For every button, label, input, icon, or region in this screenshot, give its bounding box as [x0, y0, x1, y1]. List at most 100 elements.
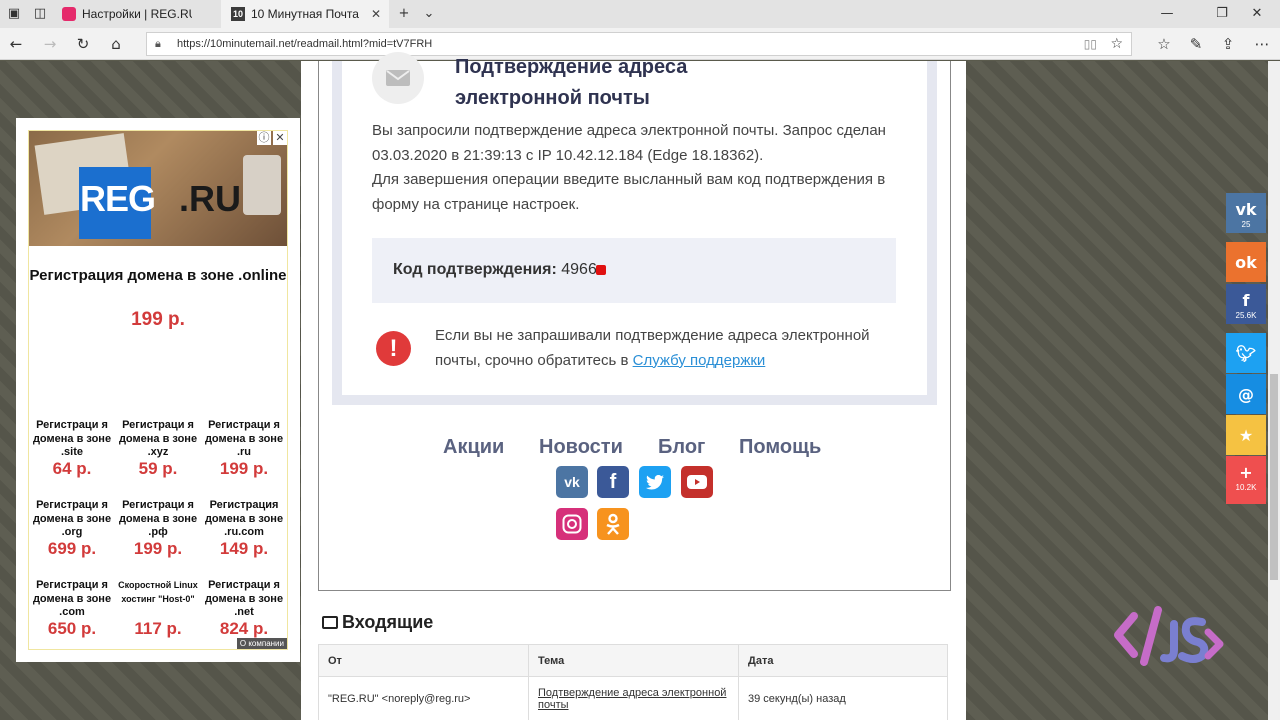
at-sign-icon: @ — [1238, 385, 1254, 404]
back-icon[interactable]: ← — [6, 34, 26, 54]
refresh-icon[interactable]: ↻ — [73, 34, 93, 54]
pen-notes-icon[interactable]: ✎ — [1186, 34, 1206, 54]
confirmation-code-box: Код подтверждения: 4966 — [372, 238, 896, 303]
ad-offer[interactable]: Регистраци я домена в зоне .xyz 59 р. — [115, 419, 201, 479]
forward-icon[interactable]: → — [40, 34, 60, 54]
message-paragraph: Вы запросили подтверждение адреса электр… — [372, 122, 886, 164]
ad-frame[interactable]: REG .RU ⓘ ✕ Регистрация домена в зоне .o… — [28, 130, 288, 650]
share-ok-button[interactable]: ok — [1226, 242, 1266, 282]
cursor-marker — [596, 265, 606, 275]
facebook-social-icon[interactable]: f — [597, 466, 629, 498]
regru-favicon-icon — [62, 7, 76, 21]
youtube-social-icon[interactable] — [681, 466, 713, 498]
footer-link-blog[interactable]: Блог — [658, 436, 705, 459]
support-link[interactable]: Службу поддержки — [633, 352, 766, 369]
table-row[interactable]: "REG.RU" <noreply@reg.ru> Подтверждение … — [318, 676, 948, 720]
restore-icon[interactable]: ❐ — [1203, 0, 1241, 28]
home-icon[interactable]: ⌂ — [106, 34, 126, 54]
ad-offer[interactable]: Регистраци я домена в зоне .site 64 р. — [29, 419, 115, 479]
inbox-title-text: Входящие — [342, 612, 434, 632]
mail-subject-link[interactable]: Подтверждение адреса электронной почты — [538, 687, 726, 711]
share-facebook-button[interactable]: f 25.6K — [1226, 284, 1266, 324]
ad-offer-title: Регистраци я домена в зоне .site — [32, 419, 112, 458]
message-title: Подтверждение адреса электронной почты — [455, 56, 688, 109]
ad-offer[interactable]: Скоростной Linux хостинг "Host-0" 117 р. — [115, 579, 201, 639]
odnoklassniki-social-icon[interactable] — [597, 508, 629, 540]
share-icon[interactable]: ⇪ — [1218, 34, 1238, 54]
odnoklassniki-icon: ok — [1235, 253, 1257, 272]
column-subject: Тема — [528, 644, 739, 677]
ad-offer[interactable]: Регистрация домена в зоне .ru.com 149 р. — [201, 499, 287, 559]
share-count: 10.2K — [1235, 483, 1257, 492]
ad-offer[interactable]: Регистраци я домена в зоне .ru 199 р. — [201, 419, 287, 479]
warning-text: Если вы не запрашивали подтверждение адр… — [435, 324, 915, 373]
twitter-social-icon[interactable] — [639, 466, 671, 498]
footer-link-news[interactable]: Новости — [539, 436, 623, 459]
close-window-icon[interactable]: ✕ — [1238, 0, 1276, 28]
ad-offer[interactable]: Регистраци я домена в зоне .net 824 р. — [201, 579, 287, 639]
ad-offer[interactable]: Регистраци я домена в зоне .com 650 р. — [29, 579, 115, 639]
code-value[interactable]: 4966 — [561, 261, 597, 278]
message-text: Вы запросили подтверждение адреса электр… — [372, 119, 912, 217]
ad-main-price[interactable]: 199 р. — [29, 309, 287, 331]
ad-close-icon[interactable]: ✕ — [273, 131, 287, 145]
tab-10minutemail[interactable]: 10 10 Минутная Почта - Г ✕ — [221, 0, 389, 28]
ad-offer-price: 199 р. — [219, 459, 269, 478]
ad-offer[interactable]: Регистраци я домена в зоне .рф 199 р. — [115, 499, 201, 559]
regru-ad[interactable]: REG .RU ⓘ ✕ Регистрация домена в зоне .o… — [16, 118, 300, 662]
tab-title: 10 Минутная Почта - Г — [251, 7, 361, 21]
ad-offer-title: Регистраци я домена в зоне .ru — [204, 419, 284, 458]
ad-offer-price: 199 р. — [133, 539, 183, 558]
ad-main-title[interactable]: Регистрация домена в зоне .online — [29, 266, 287, 285]
footer-link-help[interactable]: Помощь — [739, 436, 821, 459]
share-bookmark-button[interactable]: ★ — [1226, 415, 1266, 455]
ad-offer-title: Регистраци я домена в зоне .org — [32, 499, 112, 538]
inbox-tray-icon — [322, 616, 338, 629]
lock-icon: 🔒︎ — [155, 37, 161, 50]
envelope-icon — [386, 70, 410, 86]
share-twitter-button[interactable]: 🐦︎ — [1226, 333, 1266, 373]
ad-offer-price: 699 р. — [47, 539, 97, 558]
message-paragraph: Для завершения операции введите высланны… — [372, 171, 886, 213]
page-scrollbar[interactable] — [1268, 61, 1280, 720]
tenminute-favicon-icon: 10 — [231, 7, 245, 21]
facebook-icon: f — [1242, 291, 1250, 310]
column-from: От — [318, 644, 529, 677]
favorite-star-icon[interactable]: ☆ — [1110, 36, 1123, 52]
share-vk-button[interactable]: vk 25 — [1226, 193, 1266, 233]
share-more-button[interactable]: + 10.2K — [1226, 456, 1266, 504]
ad-offer-price: 650 р. — [47, 619, 97, 638]
ad-offer-price: 824 р. — [219, 619, 269, 638]
regru-logo-suffix: .RU — [179, 178, 241, 219]
ad-offer-title: Скоростной Linux хостинг "Host-0" — [118, 580, 198, 604]
ad-banner-image[interactable]: REG .RU — [29, 131, 287, 246]
close-tab-icon[interactable]: ✕ — [371, 0, 381, 28]
envelope-badge — [372, 52, 424, 104]
more-menu-icon[interactable]: ⋯ — [1252, 34, 1272, 54]
warning-icon: ! — [376, 331, 411, 366]
tab-list-chevron-icon[interactable]: ⌄ — [421, 6, 437, 22]
tab-aside-icon[interactable]: ◫ — [32, 6, 48, 22]
minimize-icon[interactable]: — — [1148, 0, 1186, 28]
vk-social-icon[interactable]: vk — [556, 466, 588, 498]
footer-link-promos[interactable]: Акции — [443, 436, 504, 459]
ad-about-link[interactable]: О компании — [236, 638, 287, 649]
share-mail-button[interactable]: @ — [1226, 374, 1266, 414]
favorites-list-icon[interactable]: ☆ — [1154, 34, 1174, 54]
ad-offer-price: 64 р. — [52, 459, 92, 478]
twitter-icon: 🐦︎ — [1235, 344, 1257, 363]
code-label: Код подтверждения: — [393, 261, 557, 278]
instagram-social-icon[interactable] — [556, 508, 588, 540]
column-date: Дата — [738, 644, 948, 677]
reading-view-icon[interactable]: ▯▯ — [1084, 37, 1097, 51]
ad-offer-title: Регистрация домена в зоне .ru.com — [204, 499, 284, 538]
regru-logo-text: REG — [80, 178, 156, 219]
ad-info-icon[interactable]: ⓘ — [257, 131, 271, 145]
tab-title: Настройки | REG.RU — [82, 7, 192, 21]
js-watermark-logo — [1114, 606, 1224, 666]
tab-preview-icon[interactable]: ▣ — [6, 6, 22, 22]
new-tab-icon[interactable]: + — [396, 6, 412, 22]
ad-offer[interactable]: Регистраци я домена в зоне .org 699 р. — [29, 499, 115, 559]
scrollbar-thumb[interactable] — [1270, 374, 1278, 580]
tab-regru[interactable]: Настройки | REG.RU — [52, 0, 220, 28]
